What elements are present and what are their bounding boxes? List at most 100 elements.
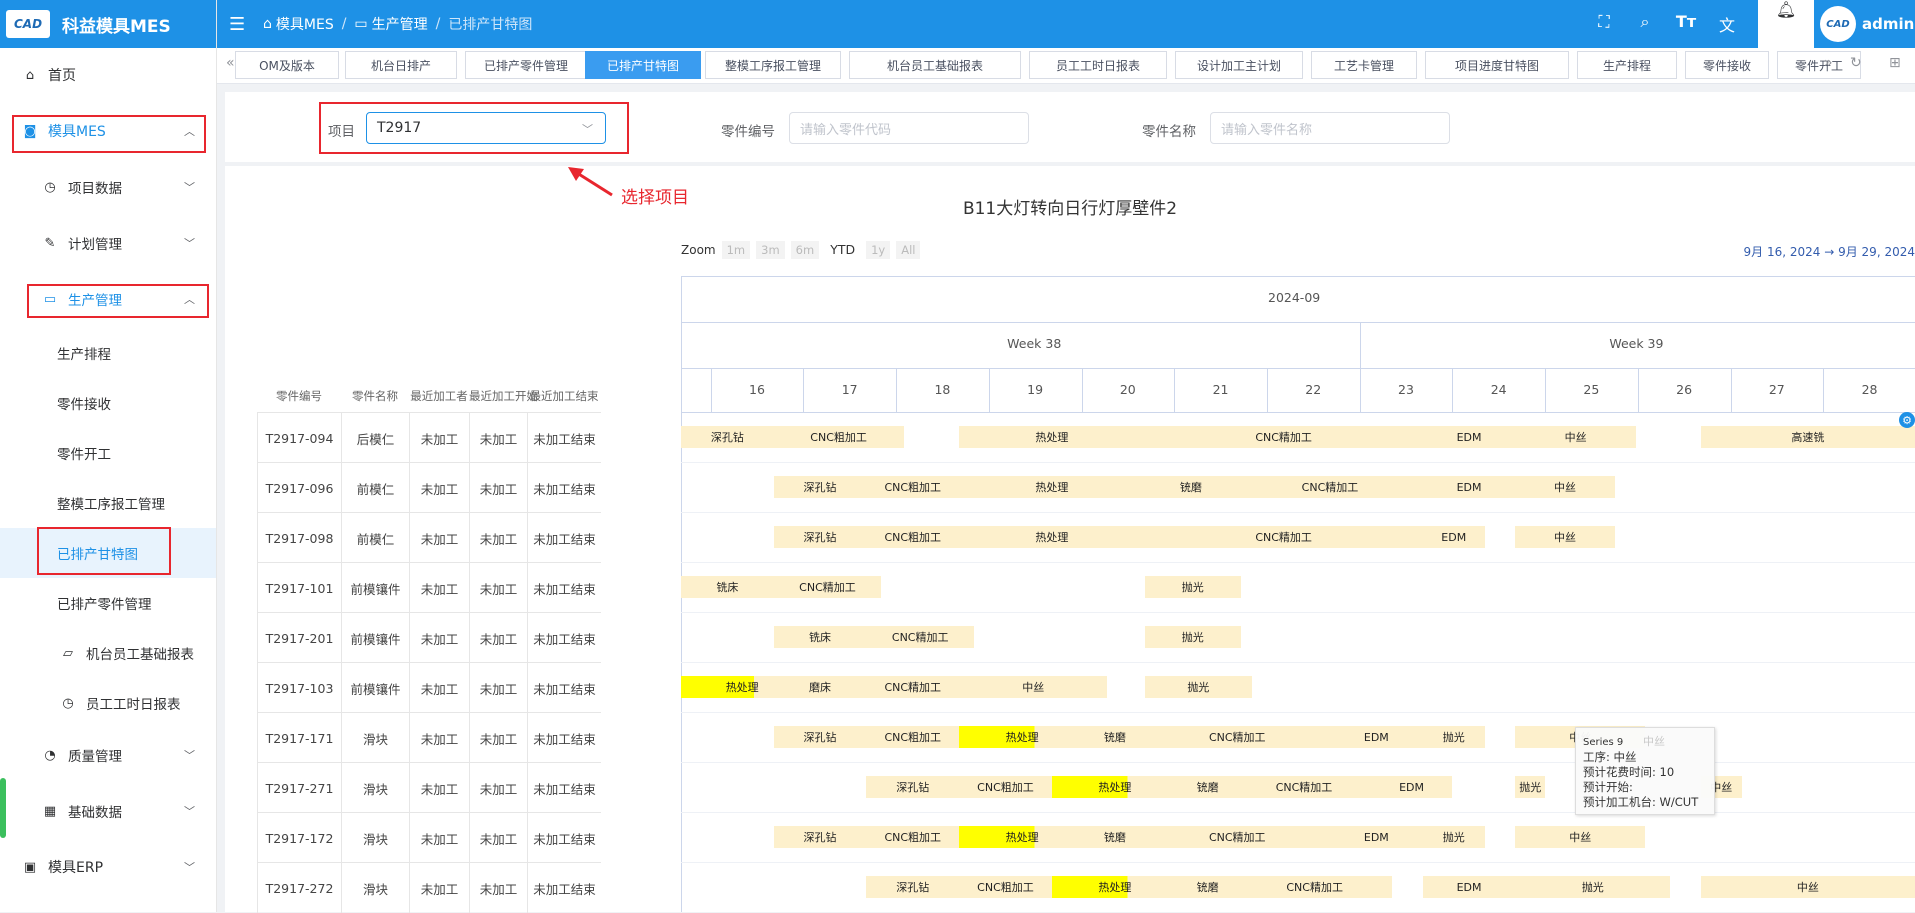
day-divider (1823, 368, 1825, 412)
grid-icon[interactable]: ⊞ (1889, 55, 1901, 71)
gantt-bar: 中丝 (1700, 876, 1915, 898)
home-icon: ⌂ (25, 67, 35, 83)
gantt-bar: CNC粗加工 (866, 826, 960, 848)
refresh-icon[interactable]: ↻ (1850, 55, 1862, 71)
gantt-bar: 热处理 (959, 526, 1145, 548)
row-divider (681, 762, 1915, 763)
avatar[interactable]: CAD (1820, 6, 1856, 42)
table-cell: 未加工 (469, 613, 527, 663)
table-row[interactable]: T2917-172 滑块 未加工 未加工 未加工结束 (257, 812, 601, 863)
table-row[interactable]: T2917-101 前模镶件 未加工 未加工 未加工结束 (257, 562, 601, 613)
row-divider (681, 812, 1915, 813)
tab-item[interactable]: 项目进度甘特图 (1425, 51, 1569, 79)
gantt-bar: 抛光 (1422, 826, 1485, 848)
box-icon: ▣ (23, 859, 37, 875)
scrollbar-thumb[interactable] (0, 778, 6, 838)
tabs-scroll-left-icon[interactable]: « (226, 55, 235, 71)
day-label: 19 (1027, 382, 1044, 397)
part-code-input[interactable]: 请输入零件代码 (789, 112, 1029, 144)
search-icon[interactable]: ⌕ (1634, 12, 1656, 32)
menu-home[interactable]: ⌂ 首页 (0, 50, 216, 100)
zoom-selector: Zoom 1m 3m 6m YTD 1y All (681, 240, 921, 259)
hamburger-icon[interactable]: ☰ (229, 14, 249, 35)
menu-mold-report[interactable]: 整模工序报工管理 (0, 478, 216, 528)
tooltip-line: 预计加工机台: W/CUT (1583, 795, 1699, 809)
tab-item[interactable]: OM及版本 (235, 51, 339, 79)
menu-machine-report[interactable]: ▱ 机台员工基础报表 (0, 628, 216, 678)
menu-production-schedule[interactable]: 生产排程 (0, 328, 216, 378)
tab-item[interactable]: 机台日排产 (345, 51, 457, 79)
menu-home-label: 首页 (48, 68, 76, 84)
menu-mold-erp-label: 模具ERP (48, 860, 104, 876)
zoom-button[interactable]: 1m (721, 241, 751, 259)
part-name-label: 零件名称 (1142, 124, 1196, 140)
tab-item[interactable]: 零件接收 (1685, 51, 1769, 79)
menu-project-data[interactable]: ◷ 项目数据 ﹀ (0, 162, 216, 212)
table-row[interactable]: T2917-201 前模镶件 未加工 未加工 未加工结束 (257, 612, 601, 663)
zoom-button[interactable]: 6m (790, 241, 820, 259)
table-row[interactable]: T2917-094 后模仁 未加工 未加工 未加工结束 (257, 412, 601, 463)
tab-item[interactable]: 机台员工基础报表 (849, 51, 1021, 79)
table-cell: 未加工 (469, 463, 527, 513)
gantt-bar: 铳磨 (1177, 776, 1238, 798)
gantt-bar: 铳磨 (1144, 476, 1238, 498)
tab-item[interactable]: 员工工时日报表 (1029, 51, 1167, 79)
gantt-tooltip: Series 9 中丝 工序: 中丝 预计花费时间: 10 预计开始: 预计加工… (1575, 727, 1715, 815)
gantt-bar: 抛光 (1422, 726, 1485, 748)
row-divider (681, 512, 1915, 513)
menu-staff-hours[interactable]: ◷ 员工工时日报表 (0, 678, 216, 728)
settings-icon[interactable]: ⚙ (1899, 412, 1915, 428)
table-cell: T2917-271 (257, 763, 341, 813)
table-cell: 未加工 (409, 613, 469, 663)
tab-item[interactable]: 已排产零件管理 (465, 51, 587, 79)
menu-quality-mgmt[interactable]: ◔ 质量管理 ﹀ (0, 730, 216, 780)
user-menu[interactable]: CAD admin (1820, 6, 1914, 42)
tabs-scroll-right-icon[interactable]: » (1824, 55, 1833, 71)
tab-item[interactable]: 已排产甘特图 (585, 51, 701, 79)
row-divider (681, 662, 1915, 663)
menu-sub-label: 整模工序报工管理 (57, 497, 165, 513)
table-row[interactable]: T2917-098 前模仁 未加工 未加工 未加工结束 (257, 512, 601, 563)
annotation-box-mold-mes (12, 115, 206, 153)
menu-plan-mgmt[interactable]: ✎ 计划管理 ﹀ (0, 218, 216, 268)
part-name-input[interactable]: 请输入零件名称 (1210, 112, 1450, 144)
menu-part-receive[interactable]: 零件接收 (0, 378, 216, 428)
menu-base-data[interactable]: ▦ 基础数据 ﹀ (0, 786, 216, 836)
app-title: 科益模具MES (62, 16, 171, 37)
table-row[interactable]: T2917-271 滑块 未加工 未加工 未加工结束 (257, 762, 601, 813)
table-row[interactable]: T2917-272 滑块 未加工 未加工 未加工结束 (257, 862, 601, 913)
chart-title: B11大灯转向日行灯厚壁件2 (962, 199, 1178, 219)
bell-icon[interactable]: 🔔︎ (1776, 0, 1796, 19)
tab-item[interactable]: 生产排程 (1577, 51, 1677, 79)
row-divider (681, 612, 1915, 613)
user-name[interactable]: admin (1862, 15, 1914, 33)
zoom-button[interactable]: All (896, 241, 921, 259)
tab-item[interactable]: 整模工序报工管理 (705, 51, 841, 79)
range-display[interactable]: 9月 16, 2024 → 9月 29, 2024 (1744, 243, 1915, 260)
day-divider (1081, 368, 1083, 412)
breadcrumb-home[interactable]: 模具MES (276, 14, 334, 34)
part-code-placeholder: 请输入零件代码 (800, 122, 892, 138)
menu-part-start[interactable]: 零件开工 (0, 428, 216, 478)
menu-quality-mgmt-label: 质量管理 (68, 749, 122, 765)
table-cell: 未加工结束 (527, 663, 601, 713)
table-row[interactable]: T2917-096 前模仁 未加工 未加工 未加工结束 (257, 462, 601, 513)
menu-scheduled-parts[interactable]: 已排产零件管理 (0, 578, 216, 628)
zoom-button[interactable]: YTD (825, 240, 861, 259)
tab-item[interactable]: 零件开工 (1777, 51, 1861, 79)
tab-item[interactable]: 设计加工主计划 (1175, 51, 1303, 79)
menu-mold-erp[interactable]: ▣ 模具ERP ﹀ (0, 842, 216, 892)
zoom-button[interactable]: 3m (756, 241, 785, 259)
breadcrumb-section[interactable]: 生产管理 (372, 14, 428, 34)
table-row[interactable]: T2917-171 滑块 未加工 未加工 未加工结束 (257, 712, 601, 763)
tab-item[interactable]: 工艺卡管理 (1311, 51, 1417, 79)
table-cell: 未加工结束 (527, 563, 601, 613)
font-size-icon[interactable]: Tт (1675, 12, 1697, 31)
day-divider (1637, 368, 1639, 412)
table-row[interactable]: T2917-103 前模镶件 未加工 未加工 未加工结束 (257, 662, 601, 713)
zoom-button[interactable]: 1y (866, 241, 891, 259)
notification-area[interactable]: 🔔︎ (1758, 0, 1814, 48)
gantt-bar: 抛光 (1515, 776, 1546, 798)
fullscreen-icon[interactable]: ⛶ (1593, 12, 1615, 32)
translate-icon[interactable]: 文 (1716, 12, 1738, 36)
